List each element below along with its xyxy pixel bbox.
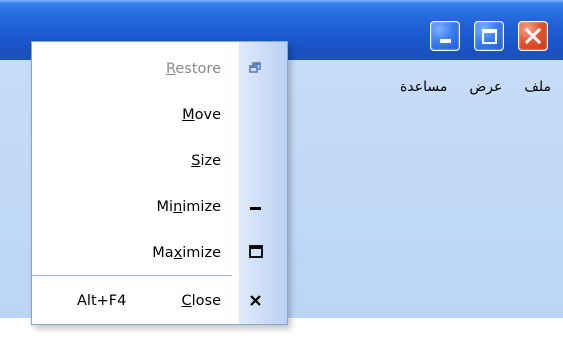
menu-item-move[interactable]: Move — [32, 92, 287, 138]
menu-item-close[interactable]: Alt+F4 Close — [32, 278, 287, 324]
menu-item-label: Close — [181, 293, 221, 309]
menu-item-restore[interactable]: Restore — [32, 46, 287, 92]
maximize-button[interactable] — [474, 21, 504, 51]
menu-item-label: Minimize — [156, 199, 221, 215]
close-icon — [250, 295, 261, 306]
close-icon — [524, 27, 542, 45]
menu-item-label: Restore — [165, 61, 221, 77]
menu-file[interactable]: ملف — [524, 79, 551, 95]
menu-item-maximize[interactable]: Maximize — [32, 230, 287, 276]
menu-separator — [32, 275, 232, 276]
menu-help[interactable]: مساعدة — [400, 79, 447, 95]
maximize-icon — [249, 245, 263, 258]
menu-item-label: Maximize — [152, 245, 221, 261]
system-menu: Restore Move Size Minimize Maximize Alt+… — [31, 41, 288, 325]
close-shortcut: Alt+F4 — [77, 293, 127, 309]
menu-view[interactable]: عرض — [469, 79, 502, 95]
minimize-icon — [250, 207, 261, 210]
close-button[interactable] — [518, 21, 548, 51]
menu-bar: ملف عرض مساعدة — [400, 76, 551, 98]
maximize-icon — [482, 29, 497, 44]
minimize-icon — [440, 39, 451, 43]
menu-item-size[interactable]: Size — [32, 138, 287, 184]
menu-item-label: Move — [182, 107, 221, 123]
restore-icon — [249, 62, 261, 73]
minimize-button[interactable] — [430, 21, 460, 51]
menu-item-label: Size — [191, 153, 221, 169]
menu-item-minimize[interactable]: Minimize — [32, 184, 287, 230]
